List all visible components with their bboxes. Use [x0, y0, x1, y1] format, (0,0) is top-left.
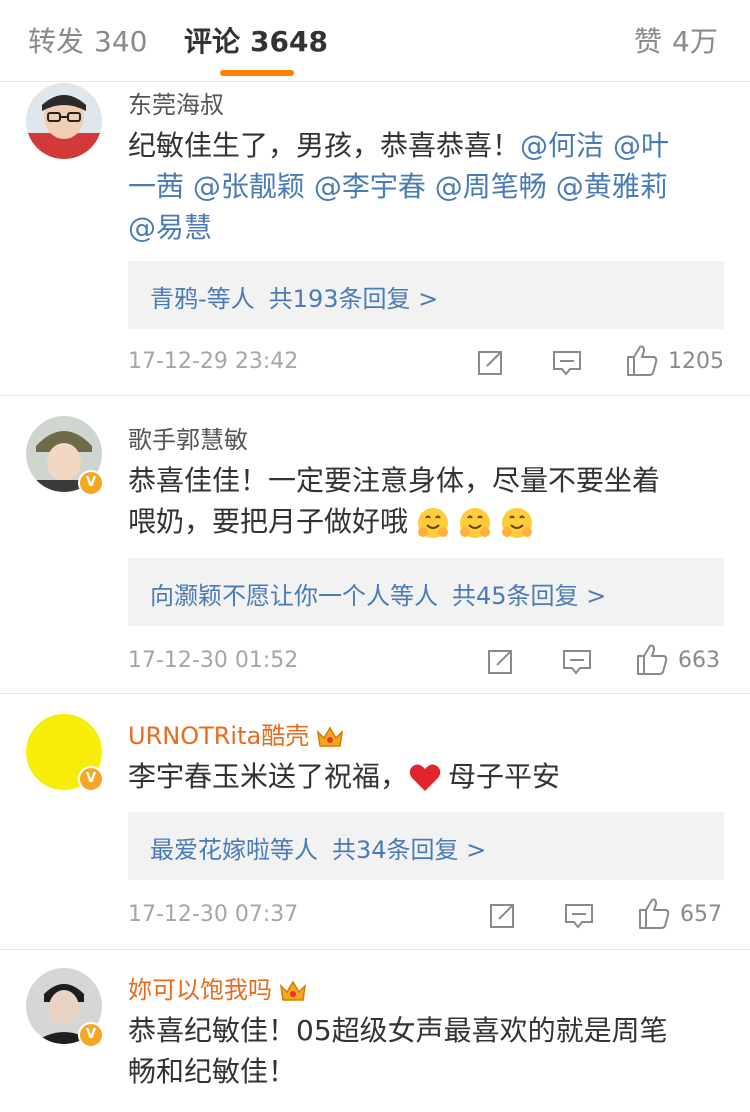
reply-names: 向灏颖不愿让你一个人等人 — [150, 582, 438, 610]
thumbs-up-icon[interactable] — [626, 343, 658, 377]
comment-timestamp: 17-12-29 23:42 — [128, 349, 299, 374]
tab-like-label: 赞 — [634, 25, 663, 58]
mention-link[interactable]: @叶 — [613, 129, 669, 162]
reply-count: 共45条回复 > — [452, 582, 607, 610]
mention-link[interactable]: @周笔畅 — [435, 170, 547, 203]
comment-text-body: 母子平安 — [448, 760, 561, 793]
vip-crown-icon — [279, 980, 307, 1001]
hug-emoji-icon — [418, 508, 449, 538]
like-count: 663 — [678, 648, 720, 673]
comment-text: 恭喜纪敏佳！05超级女声最喜欢的就是周笔 畅和纪敏佳！ — [128, 1010, 718, 1092]
tab-like[interactable]: 赞 4万 — [634, 20, 718, 60]
comment-text-body: 李宇春玉米送了祝福， — [128, 760, 409, 793]
repost-icon[interactable] — [488, 900, 518, 930]
reply-summary[interactable]: 最爱花嫁啦等人 共34条回复 > — [128, 812, 724, 880]
comment-text: 纪敏佳生了，男孩，恭喜恭喜！@何洁 @叶一茜 @张靓颖 @李宇春 @周笔畅 @黄… — [128, 125, 718, 248]
thumbs-up-icon[interactable] — [638, 896, 670, 930]
comment-tabs: 转发 340 评论 3648 赞 4万 — [0, 0, 750, 82]
thumbs-up-icon[interactable] — [636, 642, 668, 676]
comment-icon[interactable] — [564, 902, 594, 930]
comment-text-line: 喂奶，要把月子做好哦 — [128, 505, 409, 538]
comment-icon[interactable] — [552, 349, 582, 377]
verified-badge: V — [78, 470, 104, 496]
mention-link[interactable]: 一茜 — [128, 170, 184, 203]
verified-badge: V — [78, 766, 104, 792]
comment-icon[interactable] — [562, 648, 592, 676]
tab-repost-count: 340 — [94, 25, 148, 58]
comment-text: 李宇春玉米送了祝福， 母子平安 — [128, 756, 718, 797]
comment-username[interactable]: 东莞海叔 — [128, 85, 224, 120]
mention-link[interactable]: @易慧 — [128, 211, 212, 244]
reply-summary-text: 向灏颖不愿让你一个人等人 共45条回复 > — [150, 576, 606, 611]
comment-username[interactable]: 歌手郭慧敏 — [128, 420, 248, 455]
comment-item: V URNOTRita酷壳 李宇春玉米送了祝福， 母子平安 最爱花嫁啦等人 共34条… — [0, 694, 750, 950]
comment-text-line: 恭喜佳佳！一定要注意身体，尽量不要坐着 — [128, 464, 661, 497]
comment-text-line: 畅和纪敏佳！ — [128, 1055, 297, 1088]
mention-link[interactable]: @张靓颖 — [193, 170, 305, 203]
avatar[interactable] — [26, 83, 102, 159]
comment-text: 恭喜佳佳！一定要注意身体，尽量不要坐着 喂奶，要把月子做好哦 — [128, 460, 718, 542]
mention-link[interactable]: @何洁 — [520, 129, 604, 162]
comment-timestamp: 17-12-30 01:52 — [128, 648, 299, 673]
comment-item: 东莞海叔 纪敏佳生了，男孩，恭喜恭喜！@何洁 @叶一茜 @张靓颖 @李宇春 @周… — [0, 83, 750, 396]
tab-repost[interactable]: 转发 340 — [28, 20, 147, 60]
comment-username[interactable]: 妳可以饱我吗 — [128, 970, 308, 1005]
reply-count: 共193条回复 > — [268, 285, 439, 313]
mention-link[interactable]: @黄雅莉 — [556, 170, 668, 203]
comment-text-body: 纪敏佳生了，男孩，恭喜恭喜！ — [128, 129, 521, 162]
reply-summary-text: 最爱花嫁啦等人 共34条回复 > — [150, 830, 486, 865]
reply-names: 青鸦-等人 — [150, 285, 255, 313]
tab-comment-count: 3648 — [250, 25, 328, 58]
tab-like-count: 4万 — [672, 25, 718, 58]
mention-link[interactable]: @李宇春 — [314, 170, 426, 203]
hug-emoji-icon — [460, 508, 491, 538]
reply-summary[interactable]: 青鸦-等人 共193条回复 > — [128, 261, 724, 329]
vip-crown-icon — [317, 726, 344, 747]
like-count: 657 — [680, 902, 722, 927]
comment-item: V 歌手郭慧敏 恭喜佳佳！一定要注意身体，尽量不要坐着 喂奶，要把月子做好哦 向灏… — [0, 396, 750, 694]
tab-comment-label: 评论 — [184, 25, 241, 58]
tab-comment[interactable]: 评论 3648 — [184, 20, 328, 60]
heart-icon — [409, 764, 441, 791]
repost-icon[interactable] — [486, 646, 516, 676]
reply-summary-text: 青鸦-等人 共193条回复 > — [150, 279, 438, 314]
reply-count: 共34条回复 > — [332, 836, 487, 864]
active-tab-indicator — [220, 70, 294, 76]
comment-username[interactable]: URNOTRita酷壳 — [128, 716, 345, 751]
comment-username-text: 妳可以饱我吗 — [128, 976, 272, 1004]
comment-username-text: URNOTRita酷壳 — [128, 722, 310, 750]
comment-timestamp: 17-12-30 07:37 — [128, 902, 299, 927]
like-count: 1205 — [668, 349, 724, 374]
tab-repost-label: 转发 — [28, 25, 85, 58]
verified-badge: V — [78, 1022, 104, 1048]
comment-item: V 妳可以饱我吗 恭喜纪敏佳！05超级女声最喜欢的就是周笔 畅和纪敏佳！ — [0, 950, 750, 1112]
reply-summary[interactable]: 向灏颖不愿让你一个人等人 共45条回复 > — [128, 558, 724, 626]
comment-text-line: 恭喜纪敏佳！05超级女声最喜欢的就是周笔 — [128, 1014, 668, 1047]
hug-emoji-icon — [502, 508, 533, 538]
reply-names: 最爱花嫁啦等人 — [150, 836, 318, 864]
repost-icon[interactable] — [476, 347, 506, 377]
